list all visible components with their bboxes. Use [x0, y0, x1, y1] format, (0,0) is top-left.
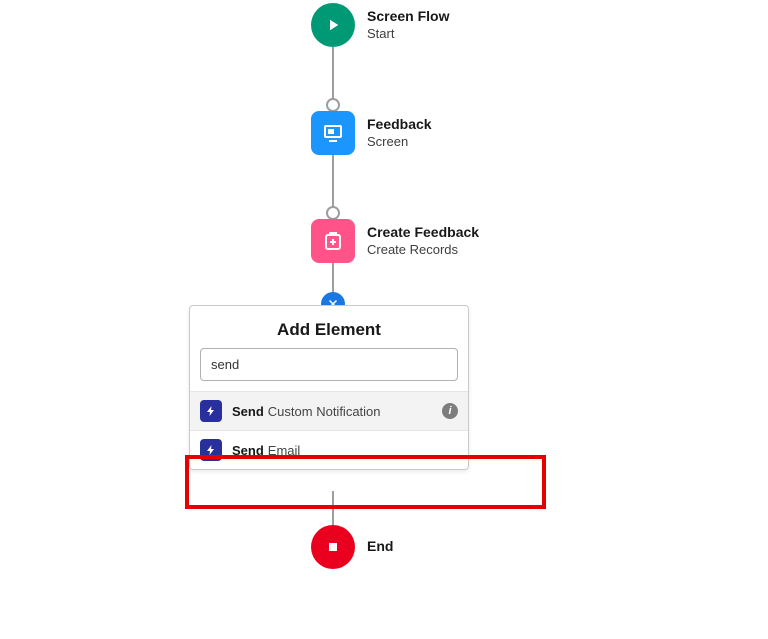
connector-node[interactable] — [326, 206, 340, 220]
panel-title: Add Element — [190, 306, 468, 348]
flow-node-screen[interactable]: Feedback Screen — [311, 111, 432, 155]
flow-node-create[interactable]: Create Feedback Create Records — [311, 219, 479, 263]
node-label: End — [367, 538, 393, 556]
node-subtitle: Start — [367, 26, 449, 42]
play-icon — [311, 3, 355, 47]
search-input[interactable] — [200, 348, 458, 381]
node-subtitle: Screen — [367, 134, 432, 150]
connector — [332, 491, 334, 525]
stop-icon — [311, 525, 355, 569]
connector-node[interactable] — [326, 98, 340, 112]
flow-canvas: Screen Flow Start Feedback Screen — [0, 0, 768, 639]
flow-node-end[interactable]: End — [311, 525, 393, 569]
result-send-email[interactable]: Send Email — [190, 430, 468, 469]
create-records-icon — [311, 219, 355, 263]
info-icon[interactable]: i — [442, 403, 458, 419]
screen-icon — [311, 111, 355, 155]
bolt-icon — [200, 439, 222, 461]
result-send-custom-notification[interactable]: Send Custom Notification i — [190, 391, 468, 430]
node-label: Feedback Screen — [367, 116, 432, 150]
node-title: End — [367, 538, 393, 556]
node-title: Create Feedback — [367, 224, 479, 242]
result-name: Send — [232, 443, 264, 458]
node-subtitle: Create Records — [367, 242, 479, 258]
node-title: Screen Flow — [367, 8, 449, 26]
node-label: Create Feedback Create Records — [367, 224, 479, 258]
node-label: Screen Flow Start — [367, 8, 449, 42]
add-element-panel: Add Element Send Custom Notification i S… — [189, 305, 469, 470]
node-title: Feedback — [367, 116, 432, 134]
result-name: Send — [232, 404, 264, 419]
result-sub: Custom Notification — [268, 404, 381, 419]
flow-node-start[interactable]: Screen Flow Start — [311, 3, 449, 47]
result-sub: Email — [268, 443, 301, 458]
bolt-icon — [200, 400, 222, 422]
